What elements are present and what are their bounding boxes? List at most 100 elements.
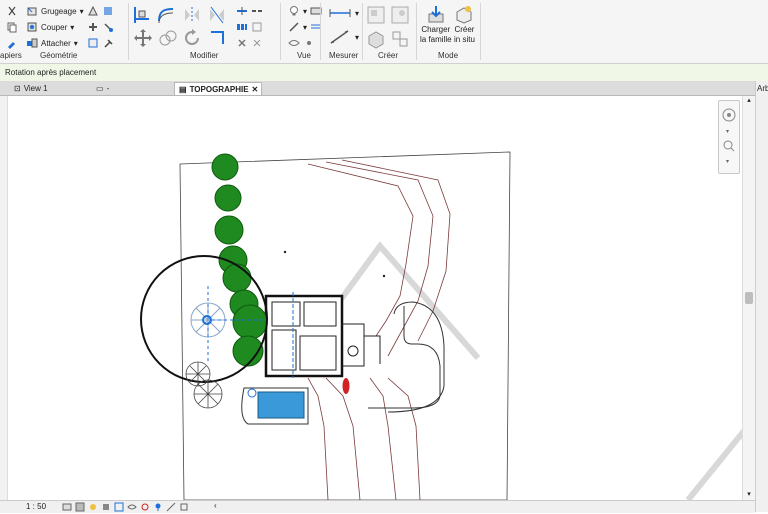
scissors-icon — [6, 5, 18, 17]
view-control-bar: 1 : 50 ‹ — [0, 500, 755, 513]
constraints-icon[interactable] — [179, 502, 189, 512]
cut-tool[interactable] — [6, 5, 18, 17]
car — [342, 378, 350, 394]
create-assembly-tool[interactable] — [366, 5, 386, 25]
tab-topographie[interactable]: ▤ TOPOGRAPHIE ✕ — [174, 82, 262, 95]
group-label-measure: Mesurer — [329, 51, 359, 60]
view-tool-c[interactable] — [288, 37, 315, 49]
grugeage-button[interactable]: Grugeage ▾ — [26, 5, 84, 17]
group-label-create: Créer — [378, 51, 399, 60]
lightbulb-icon — [288, 5, 300, 17]
view-scale[interactable]: 1 : 50 — [26, 502, 46, 511]
visual-style-icon[interactable] — [75, 502, 85, 512]
demolish-icon — [102, 21, 114, 33]
view-controls — [62, 502, 189, 512]
copy-element-tool[interactable] — [158, 28, 178, 48]
group-label-geometry: Géométrie — [40, 51, 78, 60]
dimension-tool[interactable]: ▾ — [328, 28, 359, 46]
rotation-after-placement-checkbox[interactable]: Rotation après placement — [5, 68, 96, 77]
hide-icon — [288, 37, 300, 49]
tab-sheet[interactable]: ▭ - — [92, 82, 162, 95]
grugeage-label: Grugeage — [41, 6, 77, 16]
3d-view-icon: ⊡ — [14, 84, 21, 93]
group-divider — [416, 3, 417, 60]
geometry-tool-c[interactable] — [87, 37, 114, 49]
vertical-scrollbar[interactable]: ▴ ▾ — [742, 96, 755, 500]
crop-view-icon[interactable] — [114, 502, 124, 512]
create-in-place-label-1: Créer — [454, 25, 475, 34]
tab-view-1[interactable]: ⊡ View 1 — [10, 82, 80, 95]
attacher-button[interactable]: Attacher ▾ — [26, 37, 78, 49]
steering-wheel-icon[interactable] — [722, 108, 736, 122]
zoom-icon[interactable] — [723, 140, 735, 152]
mirror-pick-tool[interactable] — [182, 5, 202, 25]
split-gap-icon — [251, 5, 263, 17]
chevron-down-icon: ▾ — [355, 8, 360, 18]
chevron-left-icon[interactable]: ‹ — [214, 501, 217, 510]
options-bar: Rotation après placement — [0, 64, 768, 82]
chevron-down-icon[interactable]: ▾ — [726, 159, 729, 165]
outlined-trees — [185, 361, 223, 409]
sun-path-icon[interactable] — [88, 502, 98, 512]
geometry-tool-b[interactable] — [87, 21, 114, 33]
linework-icon — [288, 21, 300, 33]
temporary-hide-icon[interactable] — [127, 502, 137, 512]
split-tool[interactable] — [236, 5, 263, 17]
view-tool-a[interactable]: ▾ — [288, 5, 322, 17]
shadows-icon[interactable] — [101, 502, 111, 512]
create-in-place-label-2: in situ — [454, 35, 475, 44]
watermark-logo — [295, 241, 742, 500]
offset-tool[interactable] — [156, 5, 176, 25]
mirror-draw-icon — [207, 5, 227, 25]
group-label-mode: Mode — [438, 51, 459, 60]
pin-tool[interactable] — [236, 37, 263, 49]
align-tool[interactable] — [132, 5, 152, 25]
copy-tool[interactable] — [6, 21, 18, 33]
move-tool[interactable] — [133, 28, 153, 48]
scale-icon — [251, 21, 263, 33]
chevron-down-icon: ▾ — [355, 32, 360, 42]
offset-icon — [156, 5, 176, 25]
drawing-canvas[interactable] — [8, 96, 742, 500]
beam-join-icon — [87, 37, 99, 49]
array-tool[interactable] — [236, 21, 263, 33]
view-tool-b[interactable]: ▾ — [288, 21, 322, 33]
load-family-button[interactable]: Charger la famille — [420, 4, 452, 44]
analytical-model-icon[interactable] — [166, 502, 176, 512]
trim-tool[interactable] — [207, 28, 227, 48]
match-type-tool[interactable] — [6, 37, 18, 49]
chevron-up-icon[interactable]: ▴ — [743, 96, 755, 106]
survey-point — [283, 250, 287, 254]
detail-level-icon[interactable] — [62, 502, 72, 512]
create-similar-tool[interactable] — [390, 29, 410, 49]
aligned-dimension-icon — [328, 28, 352, 46]
geometry-tool-a[interactable] — [87, 5, 114, 17]
reveal-hidden-icon[interactable] — [140, 502, 150, 512]
couper-label: Couper — [41, 22, 68, 32]
scrollbar-thumb[interactable] — [745, 292, 753, 304]
rotate-icon — [182, 28, 202, 48]
mirror-draw-tool[interactable] — [207, 5, 227, 25]
project-browser-panel: Arb — [755, 81, 768, 512]
chevron-down-icon[interactable]: ▾ — [743, 490, 755, 500]
ribbon-tools: Grugeage ▾ Couper ▾ Attacher ▾ ▾ ▾ ▾ ▾ C… — [0, 0, 768, 50]
pool — [241, 387, 309, 425]
paint-brush-icon — [6, 37, 18, 49]
measure-between-tool[interactable]: ▾ — [328, 7, 359, 19]
group-icon — [366, 29, 386, 49]
house-plan — [264, 292, 381, 378]
attacher-label: Attacher — [41, 38, 71, 48]
trim-extend-icon — [207, 28, 227, 48]
create-parts-tool[interactable] — [390, 5, 410, 25]
rotate-tool[interactable] — [182, 28, 202, 48]
array-icon — [236, 21, 248, 33]
move-icon — [133, 28, 153, 48]
close-icon[interactable]: ✕ — [252, 85, 259, 94]
create-group-tool[interactable] — [366, 29, 386, 49]
location-pin-icon[interactable] — [153, 502, 163, 512]
couper-button[interactable]: Couper ▾ — [26, 21, 74, 33]
navigation-bar: ▾ ▾ — [718, 100, 740, 174]
chevron-down-icon[interactable]: ▾ — [726, 129, 729, 135]
hammer-icon — [102, 37, 114, 49]
create-in-place-button[interactable]: Créer in situ — [454, 4, 475, 44]
